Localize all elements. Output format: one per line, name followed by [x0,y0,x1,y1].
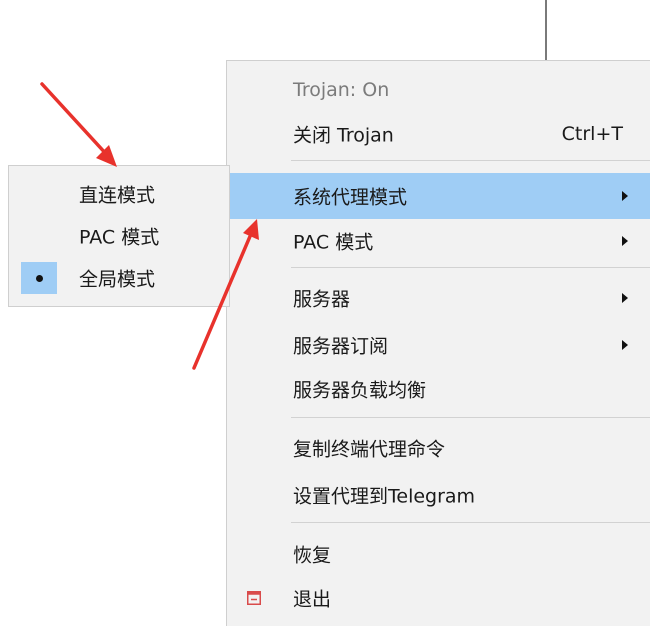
direct-mode-label: 直连模式 [79,184,156,207]
system-proxy-label: 系统代理模式 [293,186,408,209]
radio-dot-icon [36,275,43,282]
menu-item-system-proxy-mode[interactable]: 系统代理模式 [227,173,650,219]
window-minimize-icon [247,591,261,605]
menu-item-copy-terminal-command[interactable]: 复制终端代理命令 [227,425,650,471]
close-trojan-label: 关闭 Trojan [293,124,394,147]
pac-mode-label: PAC 模式 [79,226,160,249]
annotation-arrow-to-submenu [40,82,117,167]
servers-label: 服务器 [293,288,351,311]
menu-item-close-trojan[interactable]: 关闭 Trojan Ctrl+T [227,111,650,157]
menu-item-exit[interactable]: 退出 [227,575,650,621]
menu-separator [291,160,650,161]
subscription-label: 服务器订阅 [293,335,389,358]
menu-separator [291,417,650,418]
menu-separator [291,522,650,523]
restore-label: 恢复 [293,544,332,567]
telegram-label: 设置代理到Telegram [293,485,476,508]
selected-indicator [21,262,57,294]
chevron-right-icon [622,293,628,303]
global-mode-label: 全局模式 [79,268,156,291]
submenu-item-global-mode[interactable]: 全局模式 [9,258,229,298]
top-divider-line [545,0,547,60]
submenu-item-pac-mode[interactable]: PAC 模式 [9,216,229,256]
exit-label: 退出 [293,588,332,611]
chevron-right-icon [622,236,628,246]
menu-item-status: Trojan: On [227,67,650,113]
menu-separator [291,267,650,268]
load-balance-label: 服务器负载均衡 [293,379,427,402]
menu-item-load-balance[interactable]: 服务器负载均衡 [227,366,650,412]
tray-context-menu: Trojan: On 关闭 Trojan Ctrl+T 系统代理模式 PAC 模… [226,60,650,626]
copy-command-label: 复制终端代理命令 [293,438,446,461]
chevron-right-icon [622,340,628,350]
menu-item-server-subscription[interactable]: 服务器订阅 [227,322,650,368]
menu-item-pac-mode[interactable]: PAC 模式 [227,218,650,264]
chevron-right-icon [622,191,628,201]
menu-item-servers[interactable]: 服务器 [227,275,650,321]
menu-item-restore[interactable]: 恢复 [227,531,650,577]
status-label: Trojan: On [293,79,390,101]
submenu-item-direct-mode[interactable]: 直连模式 [9,174,229,214]
menu-item-telegram-proxy[interactable]: 设置代理到Telegram [227,472,650,518]
proxy-mode-submenu: 直连模式 PAC 模式 全局模式 [8,165,230,307]
close-shortcut: Ctrl+T [561,123,623,145]
pac-mode-label: PAC 模式 [293,231,374,254]
